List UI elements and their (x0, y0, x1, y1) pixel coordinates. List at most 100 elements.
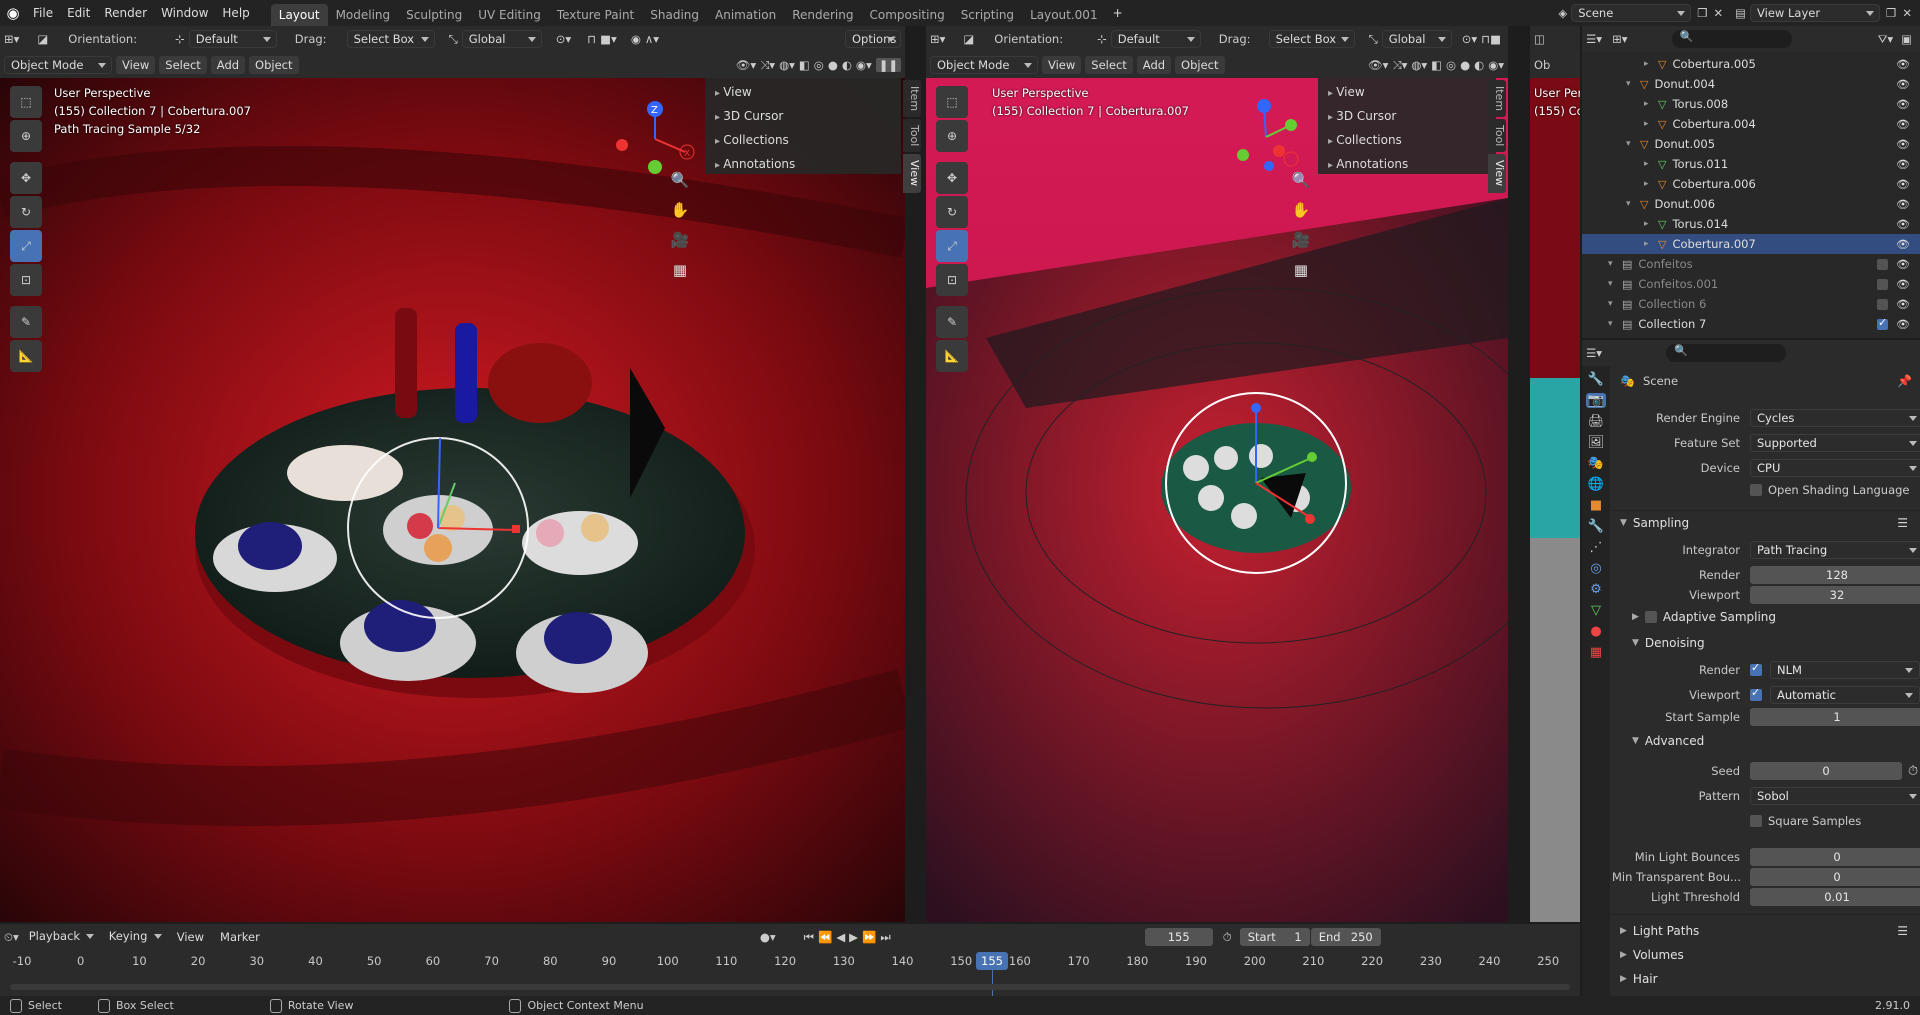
particles-tab-icon[interactable]: ⋰ (1590, 540, 1603, 555)
select-box-tool-icon[interactable]: ⬚ (10, 86, 42, 118)
falloff-icon[interactable]: ∧▾ (645, 32, 659, 46)
random-seed-icon[interactable]: ⏱ (1908, 764, 1918, 779)
camera-view-icon[interactable]: 🎥 (668, 228, 692, 252)
display-mode-icon[interactable]: ⊞▾ (1612, 32, 1627, 46)
tab-layout-001[interactable]: Layout.001 (1022, 4, 1106, 26)
editor-type-icon[interactable]: ⏲▾ (4, 930, 19, 945)
square-samples-checkbox[interactable] (1750, 815, 1762, 827)
filter-icon[interactable]: ⛛▾ (1878, 32, 1893, 47)
visibility-eye-icon[interactable]: 👁 (1896, 118, 1910, 131)
current-frame-field[interactable]: 155 (1144, 928, 1213, 946)
physics-tab-icon[interactable]: ◎ (1590, 561, 1601, 576)
disclosure-triangle-icon[interactable]: ▸ (1644, 99, 1656, 109)
transform-tool-icon[interactable]: ◪ (37, 32, 48, 46)
transform-tool-icon[interactable]: ⊡ (10, 264, 42, 296)
snap-icon[interactable]: ⊓ (587, 32, 596, 46)
disclosure-triangle-icon[interactable]: ▸ (1644, 239, 1656, 249)
view-layer-selector[interactable]: View Layer (1750, 4, 1881, 22)
pin-icon[interactable]: 📌 (1897, 374, 1912, 388)
n-panel-view[interactable]: View (705, 80, 901, 104)
view-layer-tab-icon[interactable]: 🖼 (1588, 435, 1605, 450)
n-panel-annotations[interactable]: Annotations (705, 152, 901, 176)
menu-file[interactable]: File (26, 0, 60, 26)
tab-compositing[interactable]: Compositing (861, 4, 952, 26)
disclosure-triangle-icon[interactable]: ▸ (1644, 159, 1656, 169)
mode-dropdown[interactable]: Object Mode (930, 56, 1038, 74)
tab-tool[interactable]: Tool (1488, 119, 1506, 153)
world-tab-icon[interactable]: 🌐 (1588, 477, 1604, 492)
outliner-row[interactable]: ▾ ▤ Confeitos.001 👁 (1582, 274, 1920, 294)
render-samples-field[interactable]: 128 (1750, 566, 1920, 584)
outliner-row[interactable]: ▾ ▽ Donut.006 👁 (1582, 194, 1920, 214)
new-view-layer-icon[interactable]: ❐ (1886, 6, 1896, 20)
presets-icon[interactable]: ☰ (1897, 516, 1908, 530)
scale-tool-icon[interactable]: ⤢ (10, 230, 42, 262)
blender-logo-icon[interactable]: ◉ (0, 4, 26, 22)
jump-keyframe-forward-icon[interactable]: ⏩ (862, 930, 876, 944)
visibility-icon[interactable]: 👁▾ (1368, 58, 1388, 72)
visibility-eye-icon[interactable]: 👁 (1896, 258, 1910, 271)
transform-orientation-dropdown[interactable]: Global (461, 30, 542, 48)
menu-select[interactable]: Select (1085, 56, 1133, 74)
proportional-edit-icon[interactable]: ◉ (631, 32, 641, 46)
outliner-row[interactable]: ▸ ▽ Cobertura.004 👁 (1582, 114, 1920, 134)
xray-icon[interactable]: ◧ (1431, 58, 1442, 72)
visibility-eye-icon[interactable]: 👁 (1896, 98, 1910, 111)
zoom-icon[interactable]: 🔍 (1289, 168, 1313, 192)
tab-item[interactable]: Item (1488, 80, 1506, 118)
n-panel-collections[interactable]: Collections (705, 128, 901, 152)
use-preview-range-icon[interactable]: ⏱ (1223, 930, 1232, 945)
close-view-layer-icon[interactable]: ✕ (1902, 6, 1912, 20)
n-panel-3d-cursor[interactable]: 3D Cursor (1318, 104, 1496, 128)
solid-shading-icon[interactable]: ● (1460, 58, 1470, 72)
render-tab-icon[interactable]: 📷 (1585, 393, 1607, 408)
tab-texture-paint[interactable]: Texture Paint (549, 4, 642, 26)
advanced-section[interactable]: ▼ Advanced (1632, 730, 1704, 752)
object-tab-icon[interactable]: ■ (1590, 498, 1602, 513)
view-layer-icon[interactable]: ▤ (1735, 6, 1746, 20)
outliner-row[interactable]: ▸ ▽ Torus.008 👁 (1582, 94, 1920, 114)
xray-icon[interactable]: ◧ (799, 58, 810, 72)
denoise-viewport-dropdown[interactable]: Automatic (1770, 686, 1920, 704)
scene-selector[interactable]: Scene (1571, 4, 1692, 22)
visibility-eye-icon[interactable]: 👁 (1896, 78, 1910, 91)
tab-animation[interactable]: Animation (707, 4, 784, 26)
tab-tool[interactable]: Tool (903, 119, 921, 153)
menu-keying[interactable]: Keying (103, 928, 167, 946)
visibility-eye-icon[interactable]: 👁 (1896, 58, 1910, 71)
visibility-icon[interactable]: 👁▾ (736, 58, 756, 72)
ortho-grid-icon[interactable]: ▦ (668, 258, 692, 282)
menu-add[interactable]: Add (1136, 56, 1172, 74)
playhead[interactable]: 155 (976, 952, 1008, 970)
cursor-tool-icon[interactable]: ⊕ (936, 120, 968, 152)
editor-type-icon[interactable]: ◫ (1534, 32, 1545, 46)
menu-object[interactable]: Object (1175, 56, 1225, 74)
jump-end-icon[interactable]: ⏭ (880, 930, 890, 945)
pause-render-icon[interactable]: ❚❚ (875, 58, 901, 72)
tab-item[interactable]: Item (903, 80, 921, 118)
editor-type-icon[interactable]: ☰▾ (1586, 346, 1602, 360)
light-paths-presets-icon[interactable]: ☰ (1897, 924, 1908, 938)
exclude-checkbox[interactable] (1877, 298, 1888, 310)
outliner-row[interactable]: ▾ ▽ Donut.004 👁 (1582, 74, 1920, 94)
menu-select[interactable]: Select (159, 56, 207, 74)
editor-type-icon[interactable]: ⊞▾ (930, 32, 945, 46)
exclude-checkbox[interactable] (1877, 316, 1888, 330)
drag-dropdown[interactable]: Select Box (1268, 30, 1355, 48)
integrator-dropdown[interactable]: Path Tracing (1750, 541, 1920, 559)
select-box-tool-icon[interactable]: ⬚ (936, 86, 968, 118)
scene-icon[interactable]: ◈ (1558, 6, 1567, 20)
outliner-row[interactable]: ▾ ▤ Confeitos 👁 (1582, 254, 1920, 274)
add-workspace-icon[interactable]: + (1106, 0, 1130, 26)
menu-object[interactable]: Object (249, 56, 299, 74)
wireframe-shading-icon[interactable]: ◎ (814, 58, 824, 72)
camera-view-icon[interactable]: 🎥 (1289, 228, 1313, 252)
orientation-dropdown[interactable]: Default (1110, 30, 1201, 48)
measure-tool-icon[interactable]: 📐 (10, 340, 42, 372)
output-tab-icon[interactable]: 🖨 (1588, 414, 1605, 429)
new-scene-icon[interactable]: ❐ (1697, 6, 1707, 20)
disclosure-triangle-icon[interactable]: ▾ (1626, 139, 1638, 149)
disclosure-triangle-icon[interactable]: ▾ (1608, 259, 1620, 269)
osl-checkbox[interactable] (1750, 484, 1762, 496)
visibility-eye-icon[interactable]: 👁 (1896, 158, 1910, 171)
